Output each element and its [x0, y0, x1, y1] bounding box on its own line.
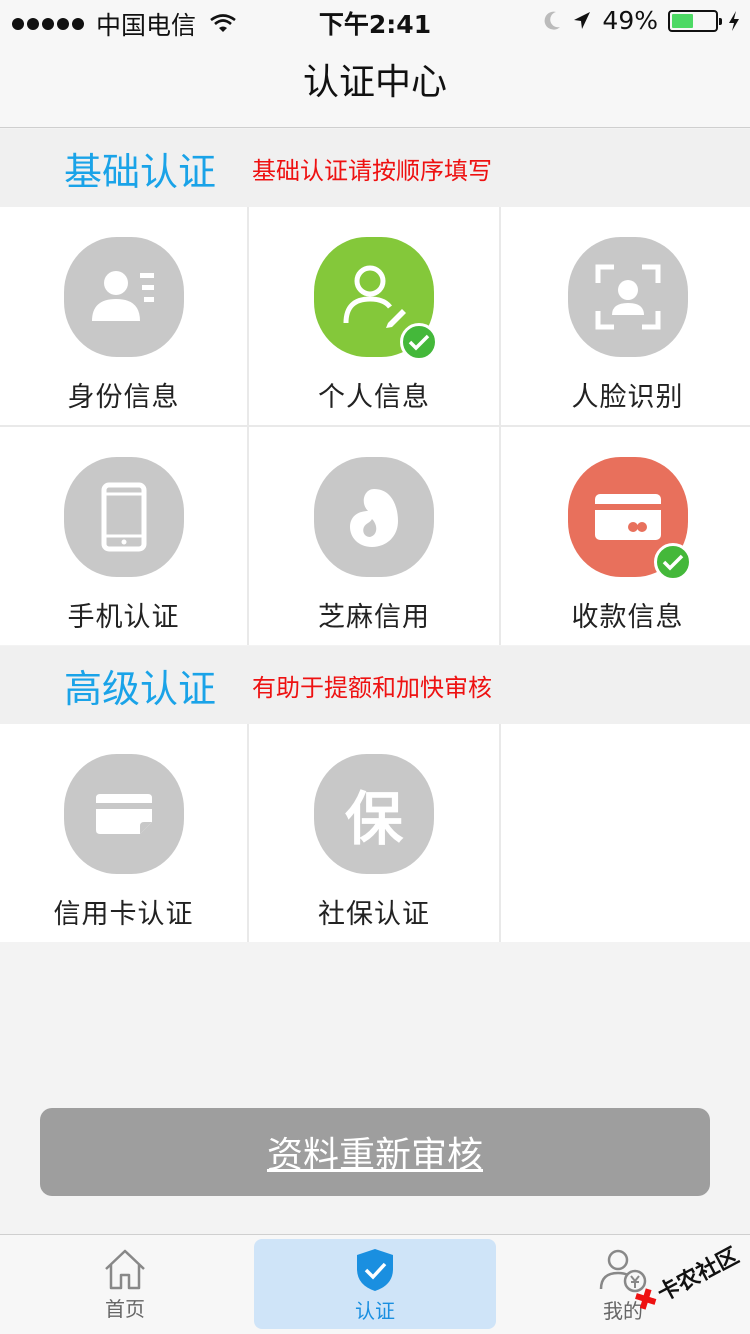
- grid-item-sesame-credit[interactable]: 芝麻信用: [249, 427, 499, 645]
- grid-item-label: 个人信息: [318, 382, 430, 413]
- status-bar: 中国电信 下午2:41 49%: [0, 0, 750, 40]
- shield-check-icon: [357, 1249, 393, 1291]
- tab-home[interactable]: 首页: [4, 1239, 246, 1329]
- grid-item-label: 收款信息: [571, 602, 684, 633]
- grid-item-payment-info[interactable]: 收款信息: [501, 427, 750, 645]
- grid-item-id-info[interactable]: 身份信息: [0, 207, 247, 425]
- battery-icon: [668, 9, 722, 32]
- location-arrow-icon: [574, 11, 591, 29]
- nav-bar: 认证中心: [0, 40, 750, 128]
- basic-section-header: 基础认证 基础认证请按顺序填写: [0, 129, 750, 207]
- status-right: 49%: [542, 6, 740, 35]
- verified-check-icon: [400, 323, 438, 361]
- recheck-button[interactable]: 资料重新审核: [40, 1108, 710, 1196]
- tab-label: 首页: [105, 1297, 145, 1321]
- credit-card-icon: [63, 754, 184, 874]
- tab-verification[interactable]: 认证: [254, 1239, 496, 1329]
- verified-check-icon: [653, 543, 692, 581]
- grid-item-label: 社保认证: [318, 899, 430, 930]
- grid-item-social-security[interactable]: 保 社保认证: [249, 724, 499, 942]
- home-icon: [105, 1249, 145, 1290]
- battery-fill: [672, 13, 693, 28]
- grid-item-label: 手机认证: [67, 602, 180, 633]
- grid-item-label: 身份信息: [67, 382, 180, 413]
- phone-icon: [63, 457, 184, 577]
- social-security-glyph: 保: [344, 785, 403, 853]
- basic-section-note: 基础认证请按顺序填写: [252, 156, 492, 185]
- page-title: 认证中心: [302, 62, 447, 103]
- advanced-grid: 信用卡认证 保 社保认证: [0, 724, 750, 942]
- grid-item-label: 信用卡认证: [53, 899, 194, 930]
- grid-item-label: 人脸识别: [571, 382, 684, 413]
- moon-icon: [545, 11, 561, 30]
- charging-bolt-icon: [729, 10, 739, 31]
- grid-item-phone-verification[interactable]: 手机认证: [0, 427, 247, 645]
- grid-item-face-recognition[interactable]: 人脸识别: [501, 207, 750, 425]
- sesame-icon: [314, 457, 434, 577]
- social-security-icon: 保: [314, 754, 434, 874]
- grid-item-personal-info[interactable]: 个人信息: [249, 207, 499, 425]
- tab-label: 认证: [355, 1299, 395, 1323]
- grid-item-label: 芝麻信用: [318, 602, 430, 633]
- grid-item-credit-card[interactable]: 信用卡认证: [0, 724, 247, 942]
- basic-section-title: 基础认证: [64, 149, 217, 194]
- face-scan-icon: [567, 237, 688, 357]
- advanced-section-note: 有助于提额和加快审核: [252, 673, 492, 702]
- advanced-section-header: 高级认证 有助于提额和加快审核: [0, 646, 750, 724]
- basic-grid: 身份信息 个人信息 人脸识别 手机认证 芝麻信用 收款信息: [0, 207, 750, 645]
- advanced-section-title: 高级认证: [64, 666, 217, 711]
- battery-percent: 49%: [602, 6, 658, 35]
- id-card-icon: [63, 237, 184, 357]
- grid-item-empty: [501, 724, 750, 942]
